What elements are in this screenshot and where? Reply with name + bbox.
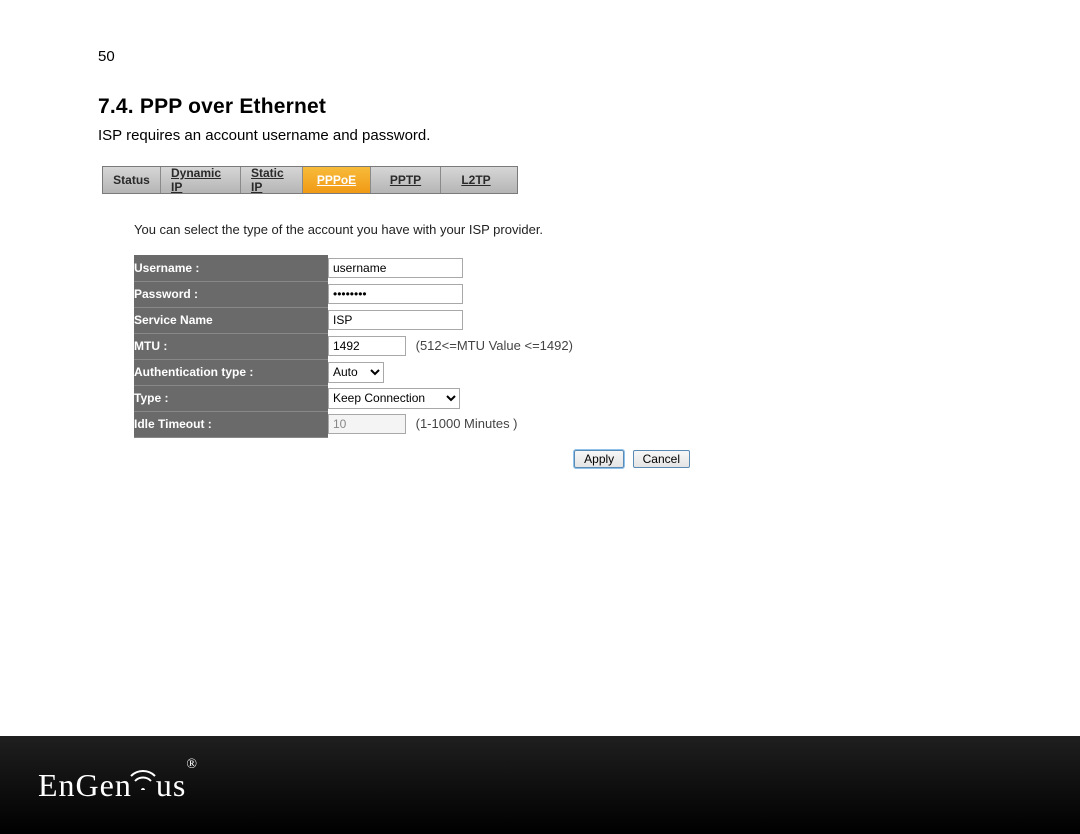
- tab-pppoe[interactable]: PPPoE: [303, 167, 371, 193]
- tab-dynamic-ip[interactable]: Dynamic IP: [161, 167, 241, 193]
- idle-timeout-label: Idle Timeout :: [134, 411, 328, 437]
- tab-status[interactable]: Status: [103, 167, 161, 193]
- mtu-hint: (512<=MTU Value <=1492): [416, 338, 573, 353]
- tab-l2tp[interactable]: L2TP: [441, 167, 511, 193]
- password-input[interactable]: [328, 284, 463, 304]
- connection-type-label: Type :: [134, 385, 328, 411]
- brand-logo: EnGen us®: [38, 761, 198, 804]
- username-input[interactable]: [328, 258, 463, 278]
- service-name-input[interactable]: [328, 310, 463, 330]
- brand-text-c: us: [156, 767, 186, 803]
- config-panel: Status Dynamic IP Static IP PPPoE PPTP L…: [102, 166, 900, 468]
- auth-type-select[interactable]: Auto: [328, 362, 384, 383]
- wifi-icon: [128, 761, 158, 798]
- connection-type-select[interactable]: Keep Connection: [328, 388, 460, 409]
- idle-timeout-input: [328, 414, 406, 434]
- password-label: Password :: [134, 281, 328, 307]
- idle-timeout-hint: (1-1000 Minutes ): [416, 416, 518, 431]
- section-heading: 7.4. PPP over Ethernet: [98, 95, 900, 119]
- mtu-label: MTU :: [134, 333, 328, 359]
- footer: EnGen us®: [0, 736, 1080, 834]
- tab-pptp[interactable]: PPTP: [371, 167, 441, 193]
- pppoe-form: Username : Password : Service Name MTU :: [134, 255, 573, 438]
- auth-type-label: Authentication type :: [134, 359, 328, 385]
- brand-text-b: Gen: [76, 767, 132, 803]
- brand-text-a: En: [38, 767, 76, 803]
- apply-button[interactable]: Apply: [574, 450, 624, 468]
- section-description: ISP requires an account username and pas…: [98, 127, 900, 144]
- registered-icon: ®: [186, 757, 198, 772]
- instruction-text: You can select the type of the account y…: [134, 222, 900, 237]
- cancel-button[interactable]: Cancel: [633, 450, 690, 468]
- button-row: Apply Cancel: [134, 450, 690, 468]
- tab-static-ip[interactable]: Static IP: [241, 167, 303, 193]
- mtu-input[interactable]: [328, 336, 406, 356]
- wan-type-tabbar: Status Dynamic IP Static IP PPPoE PPTP L…: [102, 166, 518, 194]
- service-name-label: Service Name: [134, 307, 328, 333]
- username-label: Username :: [134, 255, 328, 281]
- page-number: 50: [98, 48, 900, 65]
